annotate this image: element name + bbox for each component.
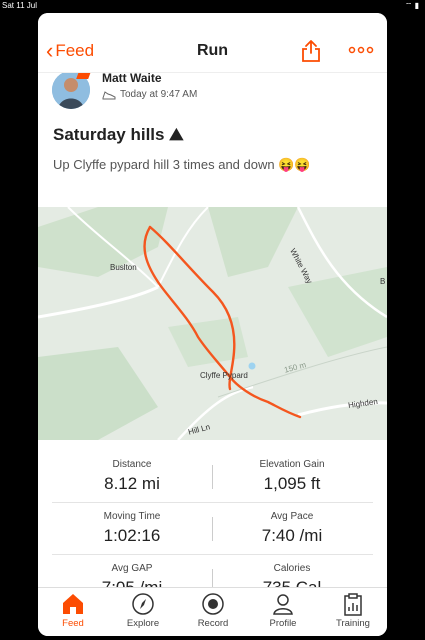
- stat-label: Elevation Gain: [259, 459, 325, 470]
- tab-label: Explore: [126, 618, 160, 629]
- stats-grid: Distance 8.12 mi Elevation Gain 1,095 ft…: [38, 451, 387, 587]
- more-icon[interactable]: [348, 41, 374, 59]
- tab-feed[interactable]: Feed: [38, 592, 108, 629]
- map-label-buslton: Buslton: [110, 263, 137, 272]
- tab-label: Record: [197, 618, 229, 629]
- stat-avg-gap: Avg GAP 7:05 /mi: [52, 563, 212, 587]
- tab-label: Profile: [269, 618, 297, 629]
- stat-value: 735 Cal: [212, 578, 372, 587]
- clipboard-icon: [344, 593, 362, 616]
- stat-label: Avg Pace: [270, 511, 314, 522]
- stat-avg-pace: Avg Pace 7:40 /mi: [212, 511, 372, 546]
- activity-sheet: ‹ Feed Run Matt Waite Today at 9:47 AM S…: [38, 13, 387, 636]
- stat-label: Moving Time: [103, 511, 161, 522]
- activity-timestamp: Today at 9:47 AM: [120, 89, 198, 100]
- stat-label: Distance: [112, 459, 152, 470]
- stat-row: Avg GAP 7:05 /mi Calories 735 Cal: [52, 555, 373, 587]
- map-canvas: [38, 207, 387, 440]
- stat-value: 8.12 mi: [104, 474, 160, 493]
- stat-calories: Calories 735 Cal: [212, 563, 372, 587]
- stat-value: 7:05 /mi: [52, 578, 212, 587]
- stat-distance: Distance 8.12 mi: [52, 459, 212, 494]
- stat-value: 1:02:16: [103, 526, 161, 545]
- tab-explore[interactable]: Explore: [108, 592, 178, 629]
- compass-icon: [132, 593, 154, 615]
- activity-content: Matt Waite Today at 9:47 AM Saturday hil…: [38, 73, 387, 587]
- nav-bar: ‹ Feed Run: [38, 13, 387, 73]
- map-label-b: B: [380, 277, 386, 286]
- tab-profile[interactable]: Profile: [248, 592, 318, 629]
- person-icon: [273, 594, 293, 615]
- stat-label: Avg GAP: [111, 563, 153, 574]
- activity-meta: Today at 9:47 AM: [102, 89, 197, 100]
- stat-elevation-gain: Elevation Gain 1,095 ft: [212, 459, 372, 494]
- tab-label: Feed: [62, 618, 84, 629]
- tab-record[interactable]: Record: [178, 592, 248, 629]
- stat-row: Distance 8.12 mi Elevation Gain 1,095 ft: [52, 451, 373, 503]
- athlete-header[interactable]: Matt Waite Today at 9:47 AM: [52, 73, 372, 111]
- shoe-icon: [102, 90, 116, 99]
- stat-moving-time: Moving Time 1:02:16: [52, 511, 212, 546]
- tab-label: Training: [336, 618, 370, 629]
- subscriber-badge: [76, 73, 92, 79]
- page-title: Run: [196, 42, 229, 59]
- tab-training[interactable]: Training: [318, 592, 387, 629]
- route-map[interactable]: Buslton Clyffe Pypard White Way Hill Ln …: [38, 207, 387, 440]
- activity-title: Saturday hills ⛰: [53, 125, 184, 144]
- status-bar: Sat 11 Jul ⌔ ▮: [0, 0, 425, 13]
- activity-description: Up Clyffe pypard hill 3 times and down 😝…: [53, 157, 311, 172]
- stat-row: Moving Time 1:02:16 Avg Pace 7:40 /mi: [52, 503, 373, 555]
- map-label-clyffe: Clyffe Pypard: [200, 371, 248, 380]
- stat-value: 1,095 ft: [263, 474, 321, 493]
- status-time: Sat 11 Jul: [2, 1, 37, 10]
- wifi-battery-icon: ⌔ ▮: [404, 1, 419, 10]
- record-icon: [202, 593, 224, 615]
- athlete-name[interactable]: Matt Waite: [102, 73, 162, 85]
- tab-bar: Feed Explore Record Profile Training: [38, 587, 387, 636]
- stat-label: Calories: [273, 563, 311, 574]
- stat-value: 7:40 /mi: [261, 526, 323, 545]
- share-icon[interactable]: [300, 39, 322, 63]
- home-icon: [63, 594, 83, 614]
